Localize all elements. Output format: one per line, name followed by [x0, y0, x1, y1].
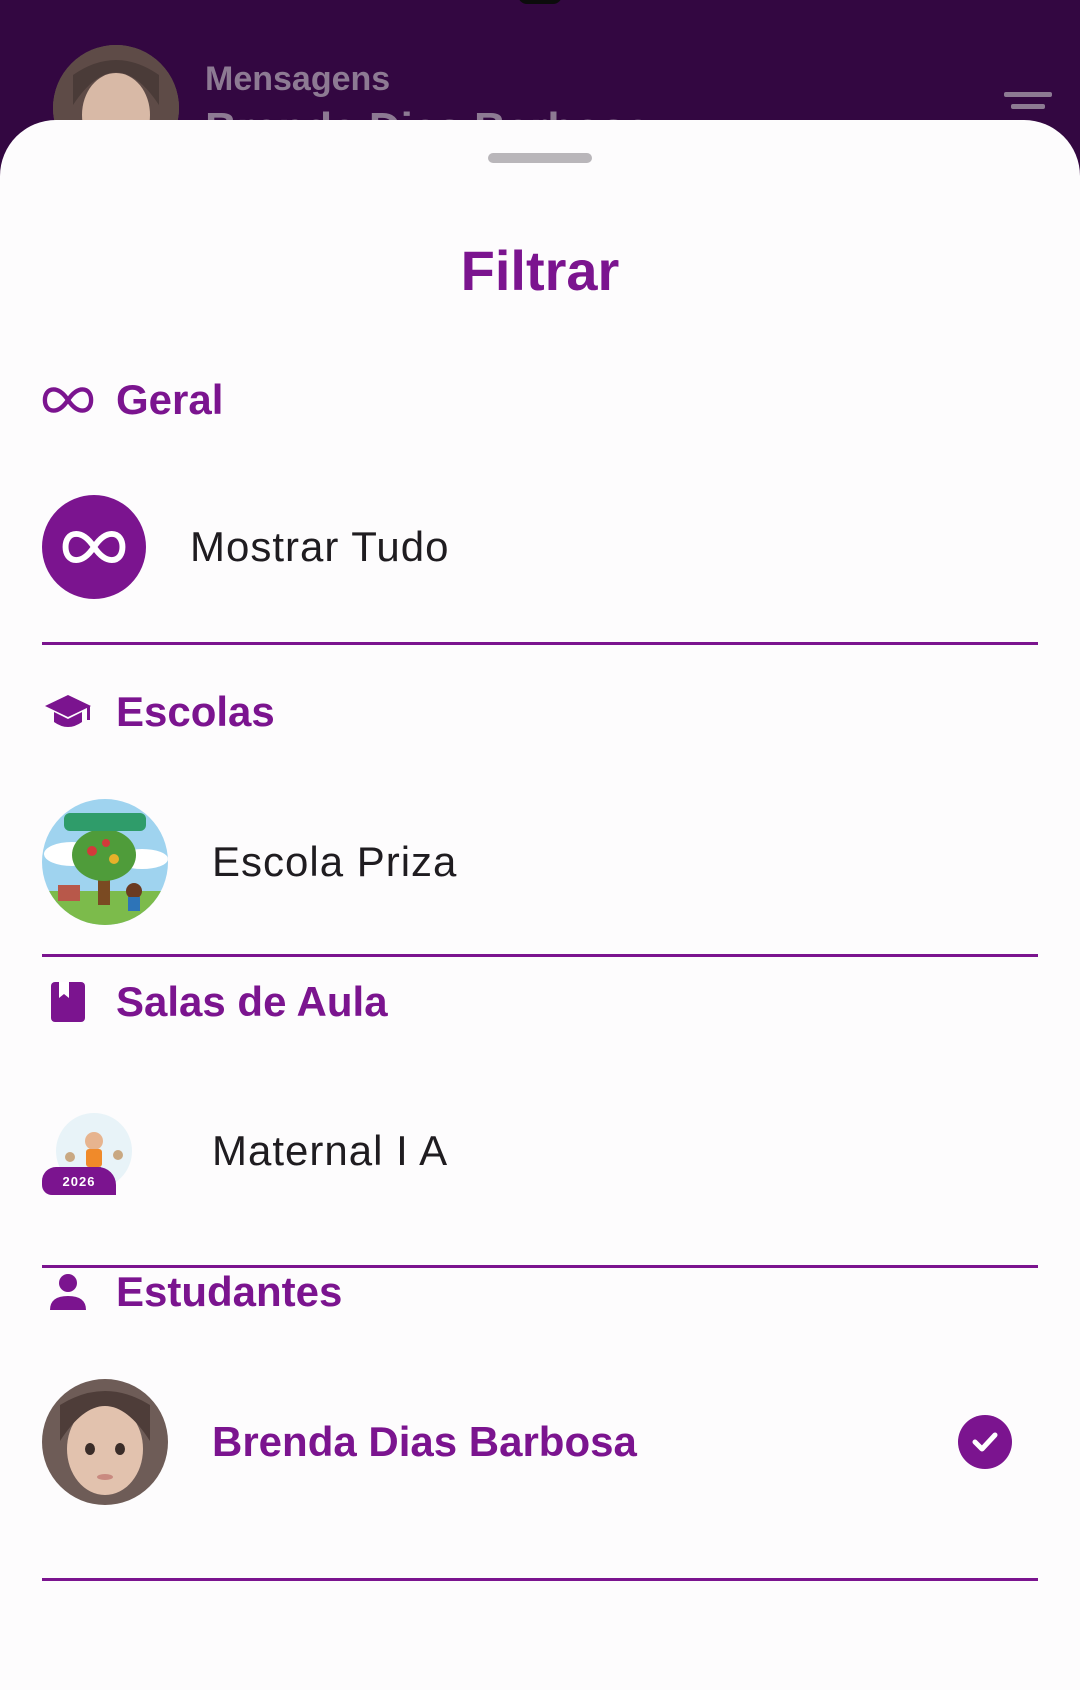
year-badge: 2026 [42, 1167, 116, 1195]
filter-sheet: Filtrar Geral Mostrar Tudo Escolas Escol… [0, 120, 1080, 1690]
divider [42, 642, 1038, 645]
school-logo [42, 799, 168, 925]
item-label: Brenda Dias Barbosa [212, 1418, 637, 1465]
item-label: Mostrar Tudo [190, 523, 450, 570]
graduation-cap-icon [42, 686, 94, 738]
item-label: Escola Priza [212, 838, 458, 885]
header-subtitle: Mensagens [205, 60, 391, 98]
infinity-icon [42, 374, 94, 426]
section-header-escolas: Escolas [42, 684, 275, 740]
book-icon [42, 976, 94, 1028]
filter-item-student[interactable]: Brenda Dias Barbosa [42, 1377, 1038, 1507]
camera-notch [518, 0, 562, 4]
show-all-avatar [42, 495, 146, 599]
infinity-icon [62, 530, 126, 564]
classroom-logo: 2026 [42, 1111, 132, 1195]
section-header-geral: Geral [42, 372, 223, 428]
filter-icon[interactable] [1004, 92, 1052, 122]
filter-item-show-all[interactable]: Mostrar Tudo [42, 482, 1038, 612]
student-avatar [42, 1379, 168, 1505]
section-label: Estudantes [116, 1268, 343, 1315]
divider [42, 954, 1038, 957]
section-label: Escolas [116, 688, 275, 735]
sheet-title: Filtrar [460, 239, 620, 302]
filter-item-school[interactable]: Escola Priza [42, 797, 1038, 927]
section-header-salas: Salas de Aula [42, 974, 388, 1030]
filter-item-classroom[interactable]: 2026 Maternal I A [42, 1086, 1038, 1216]
section-label: Geral [116, 376, 224, 423]
person-icon [42, 1266, 94, 1318]
drag-handle[interactable] [488, 153, 592, 163]
selected-check-icon [958, 1415, 1012, 1469]
section-header-estudantes: Estudantes [42, 1264, 342, 1320]
item-label: Maternal I A [212, 1127, 449, 1174]
divider [42, 1578, 1038, 1581]
section-label: Salas de Aula [116, 978, 388, 1025]
